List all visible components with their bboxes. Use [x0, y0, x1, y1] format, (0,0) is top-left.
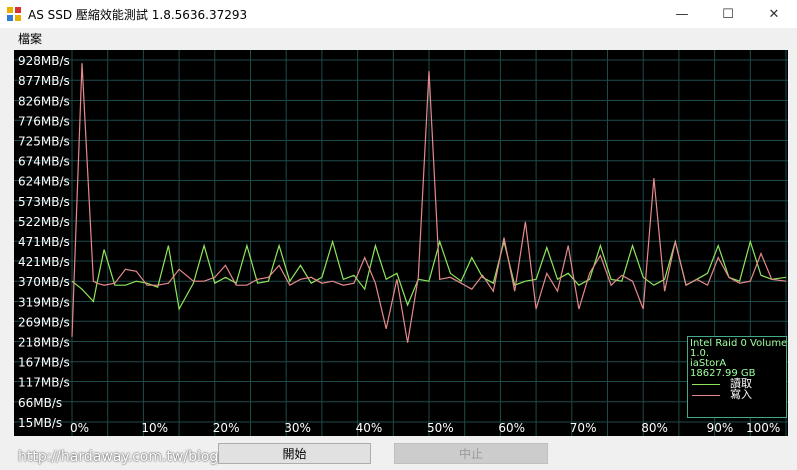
x-tick-label: 60%: [498, 421, 525, 435]
y-tick-label: 624MB/s: [18, 175, 70, 189]
throughput-chart: 928MB/s 877MB/s 826MB/s 776MB/s 725MB/s 674MB…: [14, 50, 788, 436]
maximize-button[interactable]: ☐: [705, 0, 751, 28]
minimize-icon: —: [675, 6, 689, 22]
x-tick-label: 90%: [707, 421, 734, 435]
y-tick-label: 674MB/s: [18, 155, 70, 169]
y-tick-label: 725MB/s: [18, 134, 70, 148]
y-tick-label: 15MB/s: [18, 416, 62, 430]
y-tick-label: 269MB/s: [18, 315, 70, 329]
close-icon: ✕: [768, 6, 780, 22]
start-button[interactable]: 開始: [218, 443, 371, 464]
x-tick-label: 0%: [70, 421, 89, 435]
x-tick-label: 20%: [213, 421, 240, 435]
y-tick-label: 826MB/s: [18, 94, 70, 108]
x-tick-label: 40%: [356, 421, 383, 435]
y-tick-label: 117MB/s: [18, 376, 70, 390]
y-tick-label: 167MB/s: [18, 356, 70, 370]
menu-file[interactable]: 檔案: [18, 30, 42, 47]
window-title: AS SSD 壓縮效能測試 1.8.5636.37293: [28, 8, 248, 22]
y-tick-label: 522MB/s: [18, 215, 70, 229]
x-tick-label: 50%: [427, 421, 454, 435]
x-tick-label: 100%: [746, 421, 780, 435]
drive-legend: Intel Raid 0 Volume 1.0. iaStorA 18627.9…: [687, 336, 787, 418]
close-button[interactable]: ✕: [751, 0, 797, 28]
x-tick-label: 10%: [141, 421, 168, 435]
y-tick-label: 421MB/s: [18, 255, 70, 269]
chart-canvas: 928MB/s 877MB/s 826MB/s 776MB/s 725MB/s 674MB…: [14, 50, 788, 436]
app-icon: [7, 7, 21, 21]
y-tick-label: 928MB/s: [18, 54, 70, 68]
menu-bar: 檔案: [0, 28, 797, 48]
x-tick-label: 30%: [284, 421, 311, 435]
y-tick-label: 877MB/s: [18, 74, 70, 88]
y-tick-label: 471MB/s: [18, 235, 70, 249]
stop-button[interactable]: 中止: [394, 443, 548, 464]
x-tick-label: 80%: [641, 421, 668, 435]
y-tick-label: 319MB/s: [18, 295, 70, 309]
legend-read-swatch: [692, 384, 720, 385]
legend-write-row: 寫入: [690, 388, 784, 401]
y-tick-label: 66MB/s: [18, 396, 62, 410]
x-tick-label: 70%: [570, 421, 597, 435]
legend-write-swatch: [692, 395, 720, 396]
y-tick-label: 776MB/s: [18, 114, 70, 128]
right-edge: [788, 50, 797, 436]
minimize-button[interactable]: —: [659, 0, 705, 28]
y-tick-label: 218MB/s: [18, 336, 70, 350]
legend-write-label: 寫入: [730, 388, 752, 401]
y-tick-label: 370MB/s: [18, 275, 70, 289]
y-tick-label: 573MB/s: [18, 195, 70, 209]
title-bar: AS SSD 壓縮效能測試 1.8.5636.37293 — ☐ ✕: [0, 0, 797, 28]
watermark: http://hardaway.com.tw/blog: [18, 449, 219, 465]
maximize-icon: ☐: [722, 6, 734, 22]
